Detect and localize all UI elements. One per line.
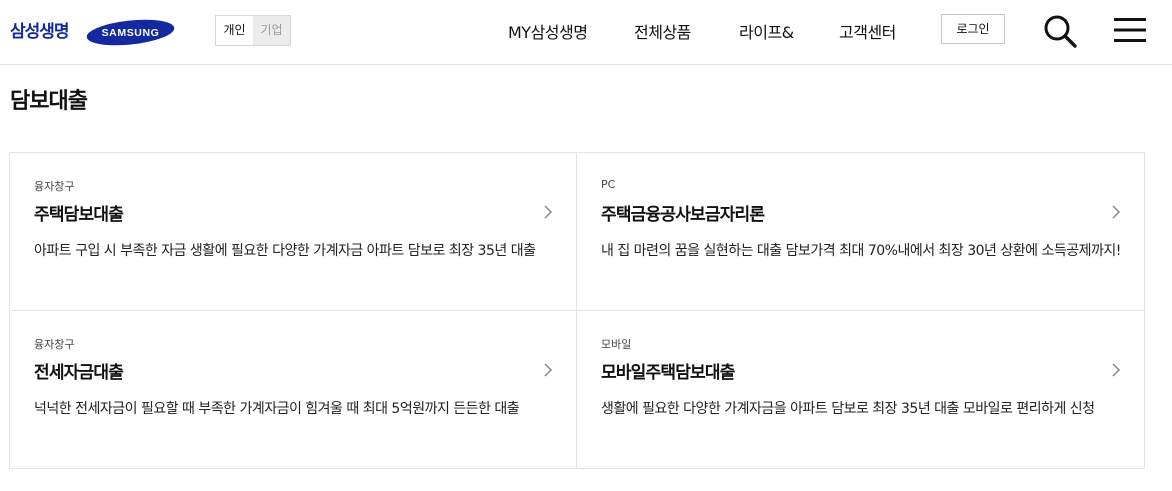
product-card[interactable]: 융자창구 주택담보대출 아파트 구입 시 부족한 자금 생활에 필요한 다양한 … [10,153,577,311]
page-title: 담보대출 [10,89,88,114]
customer-type-toggle: 개인 기업 [215,15,291,46]
nav-my-samsung-life[interactable]: MY삼성생명 [508,19,588,43]
product-card[interactable]: PC 주택금융공사보금자리론 내 집 마련의 꿈을 실현하는 대출 담보가격 최… [577,153,1144,311]
product-title[interactable]: 주택담보대출 [34,200,124,225]
product-description: 아파트 구입 시 부족한 자금 생활에 필요한 다양한 가계자금 아파트 담보로… [34,243,536,259]
segment-corporate[interactable]: 기업 [253,16,290,45]
chevron-right-icon[interactable] [542,204,554,220]
search-icon[interactable] [1042,13,1078,49]
samsung-logo[interactable]: SAMSUNG [86,18,175,47]
segment-personal[interactable]: 개인 [216,16,253,45]
samsung-logo-text: SAMSUNG [102,27,160,39]
product-channel-tag: 모바일 [601,338,632,351]
nav-all-products[interactable]: 전체상품 [634,19,691,43]
product-description: 생활에 필요한 다양한 가계자금을 아파트 담보로 최장 35년 대출 모바일로… [601,401,1095,417]
product-channel-tag: 융자창구 [34,338,75,351]
login-button[interactable]: 로그인 [941,14,1005,44]
hamburger-menu-icon[interactable] [1114,16,1146,44]
chevron-right-icon[interactable] [542,362,554,378]
product-card[interactable]: 융자창구 전세자금대출 넉넉한 전세자금이 필요할 때 부족한 가계자금이 힘겨… [10,311,577,469]
product-title[interactable]: 모바일주택담보대출 [601,358,735,383]
chevron-right-icon[interactable] [1110,204,1122,220]
site-header: 삼성생명 SAMSUNG 개인 기업 MY삼성생명 전체상품 라이프& 고객센터… [0,0,1172,65]
brand-logo-link[interactable]: 삼성생명 [10,17,70,42]
product-title[interactable]: 전세자금대출 [34,358,124,383]
product-channel-tag: PC [601,178,616,191]
product-card[interactable]: 모바일 모바일주택담보대출 생활에 필요한 다양한 가계자금을 아파트 담보로 … [577,311,1144,469]
product-channel-tag: 융자창구 [34,180,75,193]
product-title[interactable]: 주택금융공사보금자리론 [601,200,765,225]
loan-product-grid: 융자창구 주택담보대출 아파트 구입 시 부족한 자금 생활에 필요한 다양한 … [9,152,1145,469]
product-description: 내 집 마련의 꿈을 실현하는 대출 담보가격 최대 70%내에서 최장 30년… [601,243,1121,259]
nav-life[interactable]: 라이프& [739,19,794,43]
product-description: 넉넉한 전세자금이 필요할 때 부족한 가계자금이 힘겨울 때 최대 5억원까지… [34,401,520,417]
chevron-right-icon[interactable] [1110,362,1122,378]
nav-customer-center[interactable]: 고객센터 [839,19,896,43]
